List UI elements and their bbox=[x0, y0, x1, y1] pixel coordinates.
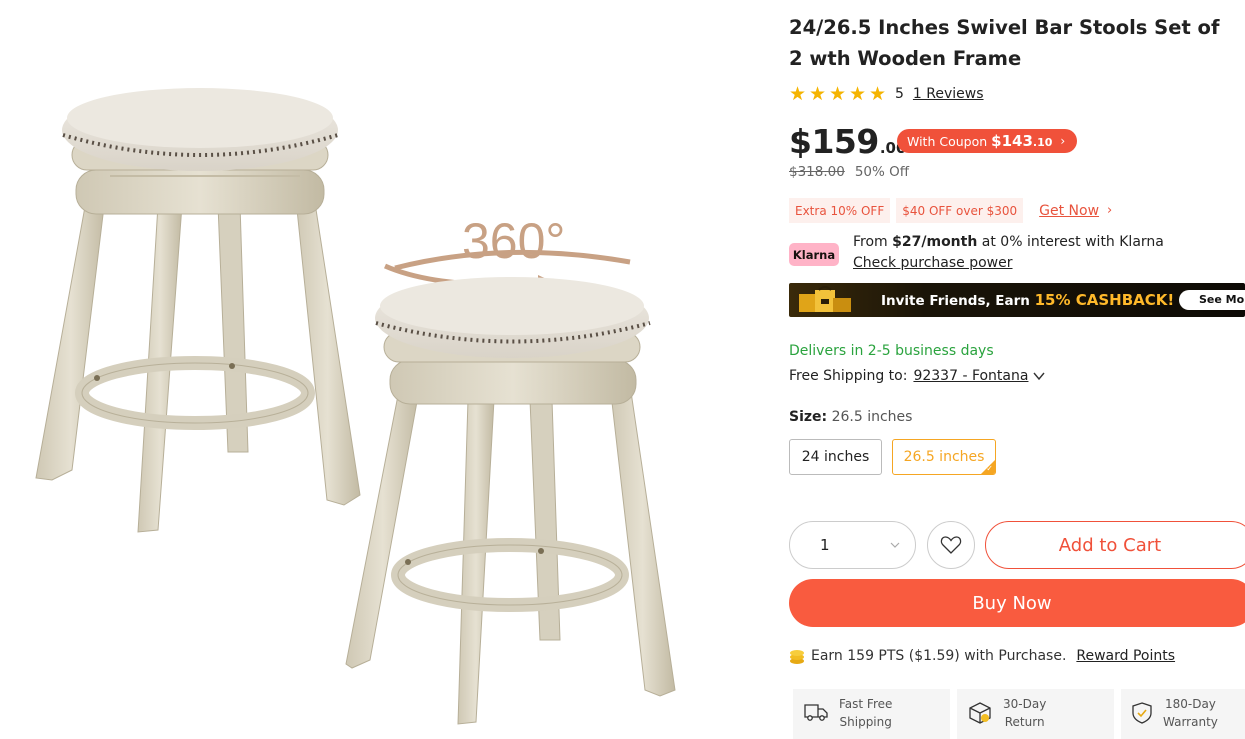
discount-percent: 50% Off bbox=[854, 164, 910, 180]
quantity-value: 1 bbox=[820, 536, 830, 554]
gift-bags-icon bbox=[799, 286, 851, 312]
original-price: $318.00 bbox=[789, 164, 845, 180]
chevron-down-icon bbox=[890, 542, 900, 548]
stool-right bbox=[345, 277, 676, 725]
points-text: Earn 159 PTS ($1.59) with Purchase. bbox=[811, 648, 1067, 664]
feature-line1: 180-Day bbox=[1164, 697, 1216, 711]
rating-score: 5 bbox=[895, 86, 904, 102]
referral-text: Invite Friends, Earn 15% CASHBACK! bbox=[881, 291, 1175, 309]
return-box-icon bbox=[969, 702, 991, 724]
feature-line2: Shipping bbox=[839, 715, 892, 729]
reviews-link[interactable]: 1 Reviews bbox=[913, 86, 984, 102]
feature-fast-free-shipping: Fast Free Shipping bbox=[793, 689, 950, 739]
buy-now-button[interactable]: Buy Now bbox=[789, 579, 1245, 627]
klarna-check-link[interactable]: Check purchase power bbox=[853, 255, 1013, 271]
size-label: Size: 26.5 inches bbox=[789, 409, 913, 425]
feature-line1: Fast Free bbox=[839, 697, 893, 711]
klarna-financing-text: From $27/month at 0% interest with Klarn… bbox=[853, 234, 1164, 250]
star-icon: ★ bbox=[789, 82, 807, 105]
heart-icon bbox=[940, 536, 962, 554]
feature-line1: 30-Day bbox=[1003, 697, 1047, 711]
check-icon: ✓ bbox=[986, 464, 993, 473]
chevron-right-icon: › bbox=[1060, 134, 1066, 148]
quantity-select[interactable]: 1 bbox=[789, 521, 916, 569]
get-now-link[interactable]: Get Now bbox=[1039, 203, 1099, 219]
star-rating: ★ ★ ★ ★ ★ bbox=[789, 82, 888, 105]
coupon-label: With Coupon bbox=[907, 133, 988, 149]
rating-row: ★ ★ ★ ★ ★ 5 1 Reviews bbox=[789, 84, 984, 104]
promo-row: Extra 10% OFF $40 OFF over $300 Get Now … bbox=[789, 198, 1112, 223]
star-icon: ★ bbox=[849, 82, 867, 105]
price-main: $159 bbox=[789, 122, 879, 161]
coupon-button[interactable]: With Coupon $143.10 › bbox=[897, 129, 1078, 153]
coin-icon bbox=[790, 650, 804, 664]
size-option-24[interactable]: 24 inches bbox=[789, 439, 882, 475]
rotation-label: 360° bbox=[462, 213, 565, 269]
reward-points-row: Earn 159 PTS ($1.59) with Purchase. Rewa… bbox=[789, 647, 1175, 665]
add-to-cart-button[interactable]: Add to Cart bbox=[985, 521, 1245, 569]
delivery-eta: Delivers in 2-5 business days bbox=[789, 343, 994, 359]
star-icon: ★ bbox=[869, 82, 887, 105]
see-more-button[interactable]: See More bbox=[1179, 290, 1245, 310]
star-icon: ★ bbox=[829, 82, 847, 105]
reward-points-link[interactable]: Reward Points bbox=[1076, 648, 1175, 664]
stool-left bbox=[35, 88, 361, 533]
promo-tag-threshold: $40 OFF over $300 bbox=[896, 198, 1024, 223]
size-option-26-5[interactable]: 26.5 inches ✓ bbox=[892, 439, 996, 475]
truck-icon bbox=[804, 704, 828, 721]
product-image[interactable]: 360° bbox=[0, 0, 770, 739]
original-price-row: $318.00 50% Off bbox=[789, 164, 909, 180]
feature-line2: Return bbox=[1004, 715, 1045, 729]
shipping-label: Free Shipping to: bbox=[789, 368, 908, 384]
price: $159 .00 bbox=[789, 122, 906, 161]
wishlist-button[interactable] bbox=[927, 521, 975, 569]
zip-selector[interactable]: 92337 - Fontana bbox=[913, 368, 1028, 384]
bar-stools-illustration: 360° bbox=[35, 88, 676, 725]
feature-180-day-warranty: 180-Day Warranty bbox=[1121, 689, 1245, 739]
chevron-right-icon: › bbox=[1107, 203, 1113, 218]
feature-30-day-return: 30-Day Return bbox=[957, 689, 1114, 739]
promo-tag-extra: Extra 10% OFF bbox=[789, 198, 891, 223]
referral-banner[interactable]: Invite Friends, Earn 15% CASHBACK! See M… bbox=[789, 283, 1245, 317]
product-title: 24/26.5 Inches Swivel Bar Stools Set of … bbox=[789, 16, 1220, 70]
shield-check-icon bbox=[1132, 702, 1152, 724]
feature-line2: Warranty bbox=[1163, 715, 1218, 729]
coupon-amount: $143.10 bbox=[991, 132, 1053, 150]
shipping-destination: Free Shipping to: 92337 - Fontana bbox=[789, 368, 1046, 384]
klarna-logo: Klarna bbox=[789, 243, 839, 266]
star-icon: ★ bbox=[809, 82, 827, 105]
chevron-down-icon[interactable] bbox=[1032, 369, 1046, 383]
product-info-panel: 24/26.5 Inches Swivel Bar Stools Set of … bbox=[789, 0, 1245, 739]
